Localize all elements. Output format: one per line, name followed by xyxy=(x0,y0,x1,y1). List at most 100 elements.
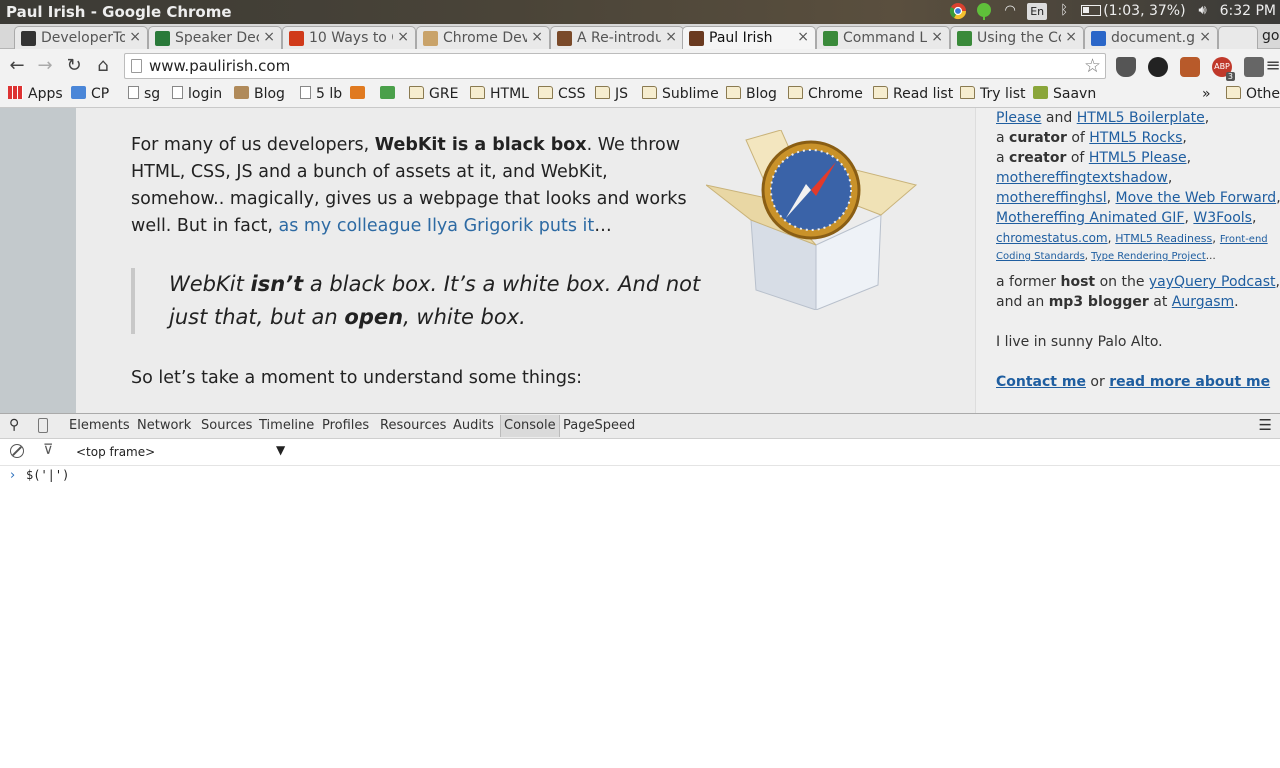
close-tab-icon[interactable]: × xyxy=(397,29,409,45)
tab-overflow-label[interactable]: go xyxy=(1262,28,1279,44)
devtools-tab-profiles[interactable]: Profiles xyxy=(322,418,369,433)
drawer-toggle-icon[interactable]: ☰ xyxy=(1259,416,1272,434)
devtools-tab-elements[interactable]: Elements xyxy=(69,418,130,433)
address-bar[interactable]: www.paulirish.com ☆ xyxy=(124,53,1106,79)
read-more-link[interactable]: read more about me xyxy=(1109,374,1270,390)
bookmark-gre-folder[interactable]: GRE xyxy=(409,86,458,102)
bookmark-sg-page[interactable]: sg xyxy=(128,86,160,102)
home-icon[interactable]: ⌂ xyxy=(92,55,114,77)
w3fools-link[interactable]: W3Fools xyxy=(1193,210,1252,226)
html5-please-creator-link[interactable]: HTML5 Please xyxy=(1089,150,1187,166)
tab-paul-irish[interactable]: Paul Irish × xyxy=(682,26,816,50)
url-text[interactable]: www.paulirish.com xyxy=(149,57,290,75)
adblock-plus-icon[interactable]: ABP 3 xyxy=(1212,57,1235,81)
close-tab-icon[interactable]: × xyxy=(931,29,943,45)
tab-using-the-co[interactable]: Using the Co × xyxy=(950,26,1084,49)
bookmark-blog-folder[interactable]: Blog xyxy=(726,86,777,102)
bookmark-try-list-folder[interactable]: Try list xyxy=(960,86,1026,102)
html5-rocks-link[interactable]: HTML5 Rocks xyxy=(1089,130,1182,146)
device-mode-icon[interactable] xyxy=(38,418,48,433)
pocket-extension-icon[interactable] xyxy=(1116,57,1136,77)
tab-developerto[interactable]: DeveloperTo × xyxy=(14,26,148,49)
close-tab-icon[interactable]: × xyxy=(129,29,141,45)
bookmark-login-page[interactable]: login xyxy=(172,86,222,102)
chrome-menu-icon[interactable]: ≡ xyxy=(1262,55,1280,77)
contact-me-link[interactable]: Contact me xyxy=(996,374,1086,390)
devtools-tab-timeline[interactable]: Timeline xyxy=(259,418,314,433)
close-tab-icon[interactable]: × xyxy=(263,29,275,45)
avatar-icon xyxy=(689,31,704,46)
tab-command-li[interactable]: Command Li × xyxy=(816,26,950,49)
devtools-tab-console[interactable]: Console xyxy=(500,415,560,437)
close-tab-icon[interactable]: × xyxy=(797,29,809,45)
wifi-icon[interactable]: ◠ xyxy=(1001,2,1019,20)
bookmark-read-list-folder[interactable]: Read list xyxy=(873,86,953,102)
bookmark-5-lb-page[interactable]: 5 lb xyxy=(300,86,342,102)
chrome-tray-icon[interactable] xyxy=(949,2,967,20)
devtools-tab-audits[interactable]: Audits xyxy=(453,418,494,433)
bookmark-chrome-folder[interactable]: Chrome xyxy=(788,86,863,102)
tab-chrome-dev[interactable]: Chrome Dev × xyxy=(416,26,550,49)
reload-icon[interactable]: ↻ xyxy=(63,55,85,77)
move-web-forward-link[interactable]: Move the Web Forward xyxy=(1116,190,1277,206)
tab-a-re-introdu[interactable]: A Re-introdu × xyxy=(550,26,684,49)
devtools-tab-resources[interactable]: Resources xyxy=(380,418,446,433)
bookmarks-overflow-chevron[interactable]: » xyxy=(1202,86,1211,102)
bookmark-js-folder[interactable]: JS xyxy=(595,86,628,102)
extension-icon[interactable] xyxy=(1180,57,1200,77)
type-rendering-link[interactable]: Type Rendering Project xyxy=(1091,251,1206,262)
bookmark-sublime-folder[interactable]: Sublime xyxy=(642,86,719,102)
ilya-grigorik-link[interactable]: as my colleague Ilya Grigorik puts it xyxy=(278,216,594,236)
bookmark-css-folder[interactable]: CSS xyxy=(538,86,586,102)
bookmark-cp-sq[interactable]: CP xyxy=(71,86,109,102)
evernote-extension-icon[interactable] xyxy=(1244,57,1264,77)
html5-boilerplate-link[interactable]: HTML5 Boilerplate xyxy=(1077,110,1205,126)
about-sidebar: Please and HTML5 Boilerplate, a curator … xyxy=(975,108,1280,413)
camera-extension-icon[interactable] xyxy=(1148,57,1168,77)
bookmark-icon-only[interactable] xyxy=(380,86,400,102)
html5-please-link[interactable]: Please xyxy=(996,110,1041,126)
keyboard-language-indicator[interactable]: En xyxy=(1027,2,1048,20)
filter-icon[interactable]: ⊽ xyxy=(43,442,53,458)
new-tab-button[interactable] xyxy=(1218,26,1258,49)
tab-10-ways-to-c[interactable]: 10 Ways to C × xyxy=(282,26,416,49)
close-tab-icon[interactable]: × xyxy=(1065,29,1077,45)
bookmark-apps-apps[interactable]: Apps xyxy=(8,86,63,102)
tab-speaker-dec[interactable]: Speaker Dec × xyxy=(148,26,282,49)
bluetooth-icon[interactable]: ᛒ xyxy=(1055,2,1073,20)
chromestatus-link[interactable]: chromestatus.com xyxy=(996,231,1108,245)
html5-readiness-link[interactable]: HTML5 Readiness xyxy=(1115,232,1212,245)
devtools-tab-network[interactable]: Network xyxy=(137,418,191,433)
close-tab-icon[interactable]: × xyxy=(665,29,677,45)
bookmark-saavn-sq[interactable]: Saavn xyxy=(1033,86,1096,102)
aurgasm-link[interactable]: Aurgasm xyxy=(1172,294,1234,310)
inspect-search-icon[interactable]: ⚲ xyxy=(9,417,19,433)
chevron-down-icon[interactable]: ▼ xyxy=(276,443,285,457)
evernote-tray-icon[interactable] xyxy=(975,2,993,20)
forward-arrow-icon[interactable]: → xyxy=(34,55,56,77)
back-arrow-icon[interactable]: ← xyxy=(6,55,28,77)
console-input[interactable]: $('|') xyxy=(26,468,69,482)
console-area[interactable]: › $('|') xyxy=(0,466,1280,768)
bookmark-star-icon[interactable]: ☆ xyxy=(1084,55,1101,77)
clear-console-icon[interactable] xyxy=(10,444,24,458)
animated-gif-link[interactable]: Mothereffing Animated GIF xyxy=(996,210,1184,226)
bookmark-html-folder[interactable]: HTML xyxy=(470,86,529,102)
close-tab-icon[interactable]: × xyxy=(531,29,543,45)
frame-selector[interactable]: <top frame> xyxy=(76,445,155,459)
clock[interactable]: 6:32 PM xyxy=(1220,3,1276,19)
textshadow-link[interactable]: mothereffingtextshadow xyxy=(996,170,1168,186)
bookmark-blog-sq[interactable]: Blog xyxy=(234,86,285,102)
battery-indicator[interactable]: (1:03, 37%) xyxy=(1081,3,1186,19)
coding-standards-link[interactable]: Coding Standards xyxy=(996,251,1085,262)
tab-document-g[interactable]: document.g × xyxy=(1084,26,1218,49)
volume-icon[interactable]: 🔊︎ xyxy=(1194,2,1212,20)
devtools-tab-pagespeed[interactable]: PageSpeed xyxy=(563,418,635,433)
bookmark-icon-only[interactable] xyxy=(350,86,370,102)
other-bookmarks-folder[interactable]: Other xyxy=(1226,86,1280,102)
close-tab-icon[interactable]: × xyxy=(1199,29,1211,45)
yayquery-link[interactable]: yayQuery Podcast xyxy=(1149,274,1276,290)
hsl-link[interactable]: mothereffinghsl xyxy=(996,190,1107,206)
devtools-tab-sources[interactable]: Sources xyxy=(201,418,252,433)
front-end-coding-standards-link[interactable]: Front-end xyxy=(1220,234,1268,245)
